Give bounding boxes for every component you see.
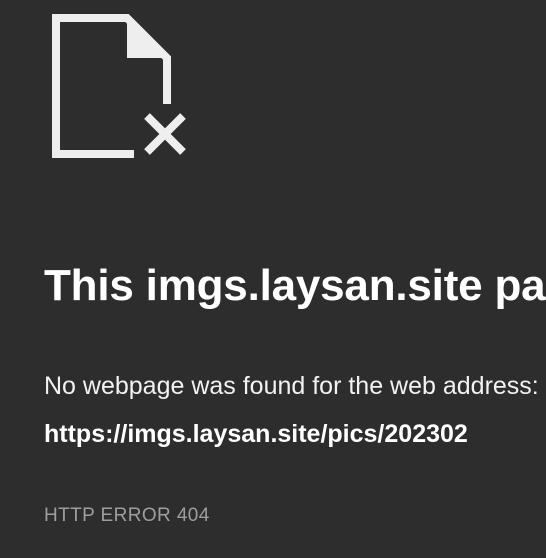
error-description: No webpage was found for the web address… bbox=[44, 372, 539, 400]
error-code: HTTP ERROR 404 bbox=[44, 505, 210, 526]
error-page: This imgs.laysan.site page can’t be foun… bbox=[0, 0, 546, 558]
broken-file-icon bbox=[52, 14, 192, 162]
page-title: This imgs.laysan.site page can’t be foun… bbox=[44, 261, 546, 310]
requested-url: https://imgs.laysan.site/pics/202302 bbox=[44, 420, 468, 448]
